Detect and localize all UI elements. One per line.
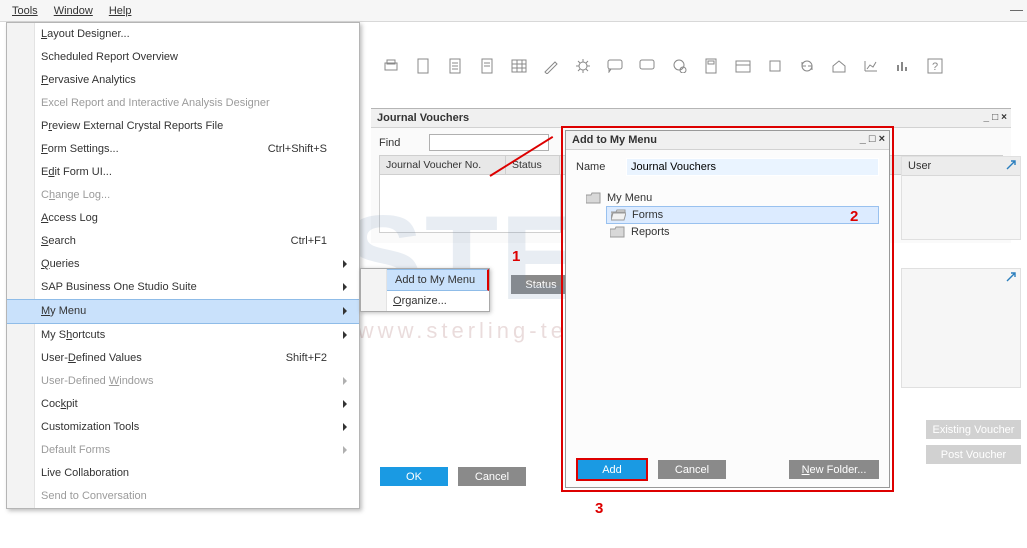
addmm-name-input[interactable] <box>626 158 879 176</box>
jv-ok-button[interactable]: OK <box>380 467 448 486</box>
addmm-titlebar[interactable]: Add to My Menu _ □ × <box>566 131 889 150</box>
annotation-3: 3 <box>595 500 603 517</box>
tb-doc2-icon[interactable] <box>444 56 466 76</box>
side-user-label: User <box>908 160 931 172</box>
mi-live-collab[interactable]: Live Collaboration <box>7 462 359 485</box>
mi-form-settings[interactable]: Form Settings...Ctrl+Shift+S <box>7 138 359 161</box>
menu-window[interactable]: Window <box>46 2 101 20</box>
mi-sched-report[interactable]: Scheduled Report Overview <box>7 46 359 69</box>
mi-search[interactable]: SearchCtrl+F1 <box>7 230 359 253</box>
folder-icon <box>586 192 601 204</box>
jv-grid-body[interactable] <box>379 175 561 233</box>
addmm-add-button[interactable]: Add <box>578 460 646 479</box>
jv-close-icon[interactable]: × <box>1001 112 1007 123</box>
tb-box-icon[interactable] <box>764 56 786 76</box>
tb-bubble-icon[interactable] <box>636 56 658 76</box>
jv-find-label: Find <box>379 137 421 149</box>
addmm-title-text: Add to My Menu <box>572 134 657 146</box>
mi-queries[interactable]: Queries <box>7 253 359 276</box>
addmm-buttons: Add Cancel New Folder... <box>576 458 879 481</box>
jv-min-icon[interactable]: _ <box>984 112 990 123</box>
tb-house-icon[interactable] <box>828 56 850 76</box>
mi-pervasive[interactable]: Pervasive Analytics <box>7 69 359 92</box>
tb-doc3-icon[interactable] <box>476 56 498 76</box>
mi-shortcuts[interactable]: My Shortcuts <box>7 324 359 347</box>
addmm-cancel-button[interactable]: Cancel <box>658 460 726 479</box>
window-controls: — <box>1010 2 1023 17</box>
menu-tools[interactable]: Tools <box>4 2 46 20</box>
tools-dropdown: Layout Designer... Scheduled Report Over… <box>6 22 360 509</box>
tree-root-label: My Menu <box>607 192 652 204</box>
addmm-close-icon[interactable]: × <box>879 133 885 145</box>
tree-forms-label: Forms <box>632 209 663 221</box>
tb-bar-icon[interactable] <box>892 56 914 76</box>
jv-title-text: Journal Vouchers <box>377 112 469 124</box>
side-link-icon[interactable] <box>1005 159 1017 171</box>
mi-send-conv: Send to Conversation <box>7 485 359 508</box>
mi-edit-form-ui[interactable]: Edit Form UI... <box>7 161 359 184</box>
tree-forms[interactable]: Forms <box>606 206 879 224</box>
tb-cycle-icon[interactable] <box>796 56 818 76</box>
post-voucher-button[interactable]: Post Voucher <box>926 445 1021 464</box>
tb-doc1-icon[interactable] <box>412 56 434 76</box>
mi-preview-crystal[interactable]: Preview External Crystal Reports File <box>7 115 359 138</box>
jv-titlebar[interactable]: Journal Vouchers _ □ × <box>371 109 1011 128</box>
addmm-min-icon[interactable]: _ <box>860 133 866 145</box>
tree-reports-label: Reports <box>631 226 670 238</box>
tb-help-icon[interactable]: ? <box>924 56 946 76</box>
side-link2-icon[interactable] <box>1005 271 1017 283</box>
minimize-icon[interactable]: — <box>1010 2 1023 17</box>
existing-voucher-button[interactable]: Existing Voucher <box>926 420 1021 439</box>
side-user-header: User <box>902 157 1020 176</box>
jv-cancel-button[interactable]: Cancel <box>458 467 526 486</box>
mi-custom[interactable]: Customization Tools <box>7 416 359 439</box>
toolbar-icons: ? <box>380 54 1021 78</box>
jv-bottom-buttons: OK Cancel <box>380 467 526 486</box>
jv-find-input[interactable] <box>429 134 549 151</box>
mi-studio[interactable]: SAP Business One Studio Suite <box>7 276 359 299</box>
menubar: Tools Window Help <box>0 0 1027 22</box>
tb-gear-icon[interactable] <box>572 56 594 76</box>
tb-pencil2-icon[interactable] <box>540 56 562 76</box>
my-menu-submenu: Add to My Menu Organize... <box>360 268 490 312</box>
tb-list-icon[interactable] <box>668 56 690 76</box>
tb-form-icon[interactable] <box>700 56 722 76</box>
jv-col-no-header[interactable]: Journal Voucher No. <box>380 156 506 174</box>
addmm-name-label: Name <box>576 161 616 173</box>
mi-udw: User-Defined Windows <box>7 370 359 393</box>
folder-icon <box>610 226 625 238</box>
jv-status-button[interactable]: Status <box>511 275 571 294</box>
addmm-max-icon[interactable]: □ <box>869 133 876 145</box>
menu-help[interactable]: Help <box>101 2 140 20</box>
annotation-1: 1 <box>512 248 520 265</box>
tb-chat-icon[interactable] <box>604 56 626 76</box>
side-panel-bottom <box>901 268 1021 388</box>
side-panel-top: User <box>901 156 1021 240</box>
tb-print-icon[interactable] <box>380 56 402 76</box>
mi-cockpit[interactable]: Cockpit <box>7 393 359 416</box>
mi-excel-report: Excel Report and Interactive Analysis De… <box>7 92 359 115</box>
mi-default-forms: Default Forms <box>7 439 359 462</box>
tb-chart-icon[interactable] <box>860 56 882 76</box>
tb-cal-icon[interactable] <box>732 56 754 76</box>
tree-reports[interactable]: Reports <box>606 224 879 240</box>
mi-change-log: Change Log... <box>7 184 359 207</box>
tree-root[interactable]: My Menu <box>582 190 879 206</box>
add-to-my-menu-dialog: Add to My Menu _ □ × Name My Menu Forms <box>565 130 890 488</box>
addmm-tree: My Menu Forms Reports <box>576 190 879 240</box>
tb-grid-icon[interactable] <box>508 56 530 76</box>
jv-col-status-header[interactable]: Status <box>506 156 560 174</box>
mi-my-menu[interactable]: My Menu <box>7 299 359 324</box>
mi-layout-designer[interactable]: Layout Designer... <box>7 23 359 46</box>
addmm-new-folder-button[interactable]: New Folder... <box>789 460 879 479</box>
svg-text:?: ? <box>932 61 938 73</box>
folder-open-icon <box>611 209 626 221</box>
mi-udv[interactable]: User-Defined ValuesShift+F2 <box>7 347 359 370</box>
jv-max-icon[interactable]: □ <box>992 112 998 123</box>
mi-access-log[interactable]: Access Log <box>7 207 359 230</box>
